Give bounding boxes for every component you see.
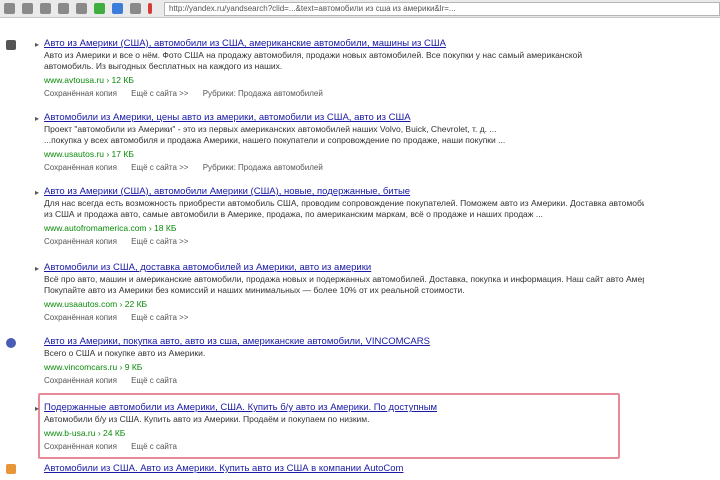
result-title-link[interactable]: Авто из Америки, покупка авто, авто из с… bbox=[44, 336, 644, 348]
result-url[interactable]: www.b-usa.ru › 24 КБ bbox=[44, 427, 644, 439]
cached-copy-link[interactable]: Сохранённая копия bbox=[44, 163, 117, 172]
result-url[interactable]: www.usautos.ru › 17 КБ bbox=[44, 148, 644, 160]
result-marker-icon: ▸ bbox=[35, 264, 40, 273]
result-links: Сохранённая копия Ещё с сайта >> bbox=[44, 312, 644, 323]
result-title-link[interactable]: Авто из Америки (США), автомобили из США… bbox=[44, 38, 644, 50]
result-title-link[interactable]: Подержанные автомобили из Америки, США. … bbox=[44, 402, 644, 414]
more-from-site-link[interactable]: Ещё с сайта bbox=[131, 376, 177, 385]
result-links: Сохранённая копия Ещё с сайта >> bbox=[44, 236, 644, 247]
home-icon[interactable] bbox=[76, 3, 87, 14]
search-result: Автомобили из США. Авто из Америки. Купи… bbox=[44, 463, 644, 475]
alert-icon bbox=[148, 3, 152, 14]
favicon-orange-icon bbox=[6, 464, 16, 474]
more-from-site-link[interactable]: Ещё с сайта bbox=[131, 442, 177, 451]
result-snippet: автомобиль. Из выгодных бесплатных на ка… bbox=[44, 61, 283, 71]
more-from-site-link[interactable]: Ещё с сайта >> bbox=[131, 89, 188, 98]
browser-toolbar: http://yandex.ru/yandsearch?clid=...&tex… bbox=[0, 0, 720, 18]
cached-copy-link[interactable]: Сохранённая копия bbox=[44, 442, 117, 451]
result-snippet: Всё про авто, машин и американские автом… bbox=[44, 274, 644, 284]
more-from-site-link[interactable]: Ещё с сайта >> bbox=[131, 237, 188, 246]
more-from-site-link[interactable]: Ещё с сайта >> bbox=[131, 313, 188, 322]
address-bar[interactable]: http://yandex.ru/yandsearch?clid=...&tex… bbox=[164, 2, 720, 16]
result-links: Сохранённая копия Ещё с сайта bbox=[44, 375, 644, 386]
result-marker-icon: ▸ bbox=[35, 40, 40, 49]
cached-copy-link[interactable]: Сохранённая копия bbox=[44, 313, 117, 322]
result-marker-icon: ▸ bbox=[35, 188, 40, 197]
result-snippet: Автомобили б/у из США. Купить авто из Ам… bbox=[44, 414, 370, 424]
cached-copy-link[interactable]: Сохранённая копия bbox=[44, 376, 117, 385]
search-result: ▸ Авто из Америки (США), автомобили из С… bbox=[35, 38, 644, 99]
more-from-site-link[interactable]: Ещё с сайта >> bbox=[131, 163, 188, 172]
result-snippet: Для нас всегда есть возможность приобрес… bbox=[44, 198, 644, 208]
result-title-link[interactable]: Автомобили из США. Авто из Америки. Купи… bbox=[44, 463, 644, 475]
result-marker-icon: ▸ bbox=[35, 404, 40, 413]
reload-icon[interactable] bbox=[40, 3, 51, 14]
favicon-blue-icon bbox=[6, 338, 16, 348]
result-url[interactable]: www.usaautos.com › 22 КБ bbox=[44, 298, 644, 310]
result-snippet: Всего о США и покупке авто из Америки. bbox=[44, 348, 206, 358]
result-snippet: Покупайте авто из Америки без комиссий и… bbox=[44, 285, 465, 295]
result-url[interactable]: www.vincomcars.ru › 9 КБ bbox=[44, 361, 644, 373]
back-icon[interactable] bbox=[4, 3, 15, 14]
result-title-link[interactable]: Автомобили из Америки, цены авто из амер… bbox=[44, 112, 644, 124]
result-links: Сохранённая копия Ещё с сайта >> Рубрики… bbox=[44, 88, 644, 99]
result-links: Сохранённая копия Ещё с сайта >> Рубрики… bbox=[44, 162, 644, 173]
cached-copy-link[interactable]: Сохранённая копия bbox=[44, 237, 117, 246]
forward-icon[interactable] bbox=[22, 3, 33, 14]
search-result: ▸ Автомобили из США, доставка автомобиле… bbox=[35, 262, 644, 323]
favicon-dark-icon bbox=[6, 40, 16, 50]
cached-copy-link[interactable]: Сохранённая копия bbox=[44, 89, 117, 98]
search-result: ▸ Автомобили из Америки, цены авто из ам… bbox=[35, 112, 644, 173]
result-marker-icon: ▸ bbox=[35, 114, 40, 123]
result-snippet: из США и продажа авто, самые автомобили … bbox=[44, 209, 543, 219]
category-link[interactable]: Рубрики: Продажа автомобилей bbox=[203, 89, 323, 98]
result-snippet: Авто из Америки и все о нём. Фото США на… bbox=[44, 50, 583, 60]
result-snippet: Проект "автомобили из Америки" - это из … bbox=[44, 124, 497, 134]
edit-icon[interactable] bbox=[130, 3, 141, 14]
search-result-highlighted: ▸ Подержанные автомобили из Америки, США… bbox=[35, 402, 644, 452]
result-snippet: ...покупка у всех автомобиля и продажа А… bbox=[44, 135, 506, 145]
stop-icon[interactable] bbox=[58, 3, 69, 14]
result-title-link[interactable]: Автомобили из США, доставка автомобилей … bbox=[44, 262, 644, 274]
result-links: Сохранённая копия Ещё с сайта bbox=[44, 441, 644, 452]
search-result: ▸ Авто из Америки (США), автомобили Амер… bbox=[35, 186, 644, 247]
search-result: Авто из Америки, покупка авто, авто из с… bbox=[44, 336, 644, 386]
result-title-link[interactable]: Авто из Америки (США), автомобили Америк… bbox=[44, 186, 644, 198]
addon-blue-icon[interactable] bbox=[112, 3, 123, 14]
category-link[interactable]: Рубрики: Продажа автомобилей bbox=[203, 163, 323, 172]
result-url[interactable]: www.autofromamerica.com › 18 КБ bbox=[44, 222, 644, 234]
result-url[interactable]: www.avtousa.ru › 12 КБ bbox=[44, 74, 644, 86]
addon-green-icon[interactable] bbox=[94, 3, 105, 14]
